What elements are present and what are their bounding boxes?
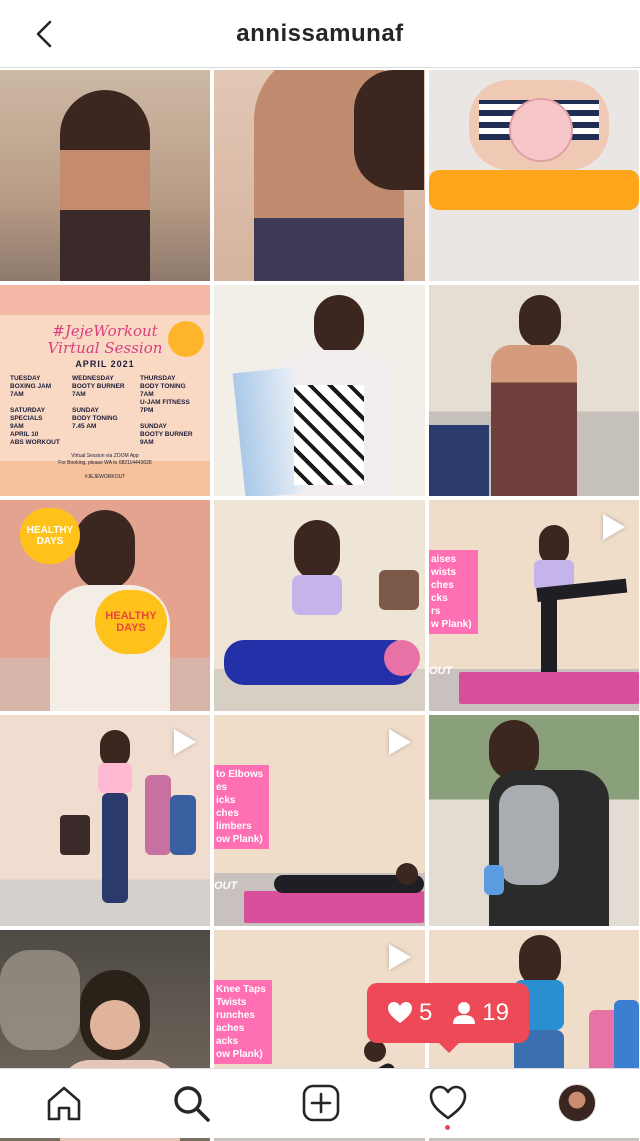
top-bar: annissamunaf (0, 0, 640, 68)
workout-schedule-poster: #JejeWorkout Virtual Session APRIL 2021 … (0, 285, 210, 496)
follows-count-group: 19 (452, 999, 509, 1027)
exercise-overlay-text: to Elbows es icks ches limbers ow Plank) (214, 765, 270, 849)
post-thumbnail-2[interactable] (214, 70, 425, 281)
exercise-overlay-text: aises wists ches cks rs w Plank) (429, 550, 478, 634)
brand-watermark: OUT (429, 665, 453, 677)
likes-count-group: 5 (387, 999, 432, 1027)
heart-outline-icon (429, 1085, 467, 1120)
home-icon (47, 1086, 81, 1121)
back-button[interactable] (24, 14, 64, 54)
video-play-icon (174, 729, 196, 755)
post-thumbnail-12[interactable] (429, 715, 639, 926)
profile-username-title: annissamunaf (236, 20, 404, 47)
poster-column-1: TUESDAY BOXING JAM 7AM SATURDAY SPECIALS… (10, 375, 60, 446)
poster-month: APRIL 2021 (75, 359, 135, 369)
post-thumbnail-6[interactable] (429, 285, 639, 496)
profile-avatar (558, 1084, 596, 1122)
person-icon (453, 1002, 476, 1024)
add-post-icon (302, 1084, 340, 1122)
bottom-navigation (0, 1068, 640, 1138)
nav-search[interactable] (167, 1079, 215, 1127)
likes-count: 5 (418, 999, 433, 1026)
post-thumbnail-4[interactable]: #JejeWorkout Virtual Session APRIL 2021 … (0, 285, 210, 496)
brand-watermark: OUT (214, 880, 238, 892)
post-thumbnail-1[interactable] (0, 70, 210, 281)
post-grid: #JejeWorkout Virtual Session APRIL 2021 … (0, 70, 640, 1141)
poster-column-3: THURSDAY BODY TONING 7AM U-JAM FITNESS 7… (140, 375, 193, 446)
post-thumbnail-7[interactable]: HEALTHY DAYS HEALTHY DAYS (0, 500, 210, 711)
follows-count: 19 (482, 999, 509, 1026)
video-play-icon (389, 944, 411, 970)
post-thumbnail-3[interactable] (429, 70, 639, 281)
exercise-overlay-text: Knee Taps Twists runches aches acks ow P… (214, 980, 272, 1064)
poster-title: #JejeWorkout Virtual Session (47, 322, 163, 357)
activity-notification-dot (445, 1125, 450, 1130)
nav-home[interactable] (40, 1079, 88, 1127)
post-thumbnail-5[interactable] (214, 285, 425, 496)
nav-new-post[interactable] (297, 1079, 345, 1127)
video-play-icon (389, 729, 411, 755)
chevron-left-icon (36, 20, 52, 48)
poster-column-2: WEDNESDAY BOOTY BURNER 7AM SUNDAY BODY T… (72, 375, 125, 430)
post-thumbnail-11[interactable]: to Elbows es icks ches limbers ow Plank)… (214, 715, 425, 926)
healthy-days-sticker-1: HEALTHY DAYS (26, 525, 74, 547)
post-thumbnail-8[interactable] (214, 500, 425, 711)
poster-footer: Virtual Session via ZOOM App For Booking… (58, 453, 152, 480)
post-thumbnail-9[interactable]: aises wists ches cks rs w Plank) OUT (429, 500, 639, 711)
nav-activity[interactable] (424, 1079, 472, 1127)
heart-icon (387, 1002, 412, 1023)
search-icon (174, 1086, 210, 1122)
post-thumbnail-10[interactable] (0, 715, 210, 926)
healthy-days-sticker-2: HEALTHY DAYS (105, 610, 157, 634)
nav-profile[interactable] (553, 1079, 601, 1127)
activity-notification-popup[interactable]: 5 19 (367, 983, 529, 1053)
video-play-icon (603, 514, 625, 540)
